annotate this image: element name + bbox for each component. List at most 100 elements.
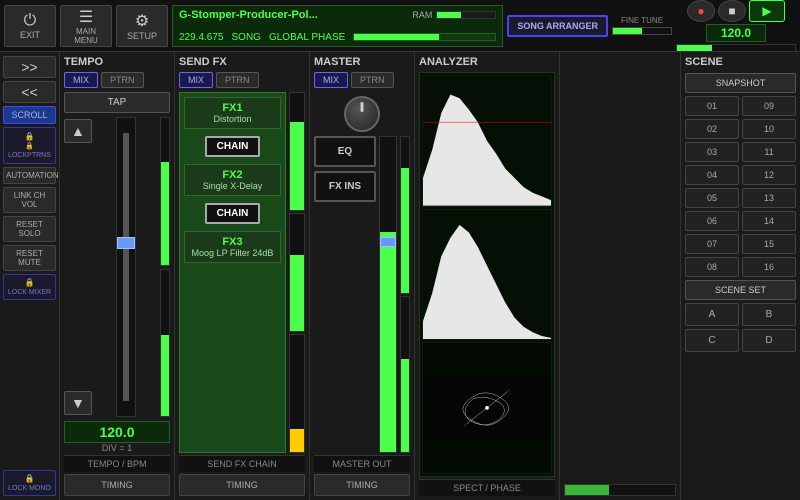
- reset-solo-button[interactable]: RESET SOLO: [3, 216, 56, 242]
- lock-mixer-button[interactable]: 🔒LOCK MIXER: [3, 274, 56, 300]
- scene-01-button[interactable]: 01: [685, 96, 739, 116]
- scene-12-button[interactable]: 12: [742, 165, 796, 185]
- song-name: G-Stomper-Producer-Pol...: [179, 9, 318, 21]
- scene-title: SCENE: [685, 56, 796, 68]
- tempo-section: TEMPO MIX PTRN TAP ▲ ▼: [60, 52, 175, 500]
- fx2-chain-button[interactable]: CHAIN: [205, 203, 261, 224]
- scene-section: SCENE SNAPSHOT 01 09 02 10 03 11 04 12 0…: [680, 52, 800, 500]
- tap-button[interactable]: TAP: [64, 92, 170, 113]
- play-button[interactable]: ▶: [749, 0, 785, 22]
- scene-row-07-15: 07 15: [685, 234, 796, 254]
- scene-14-button[interactable]: 14: [742, 211, 796, 231]
- div-label: DIV = 1: [64, 443, 170, 453]
- finetune-section: FINE TUNE: [612, 16, 672, 35]
- reset-mute-button[interactable]: RESET MUTE: [3, 245, 56, 271]
- sendfx-ptrn-button[interactable]: PTRN: [216, 72, 259, 88]
- scene-row-08-16: 08 16: [685, 257, 796, 277]
- scene-10-button[interactable]: 10: [742, 119, 796, 139]
- fx-ins-button[interactable]: FX INS: [314, 171, 376, 202]
- snapshot-button[interactable]: SNAPSHOT: [685, 73, 796, 93]
- sendfx-bottom-label: SEND FX CHAIN: [179, 455, 305, 472]
- menu-icon: ☰: [79, 7, 93, 27]
- link-ch-vol-button[interactable]: LINK CH VOL: [3, 187, 56, 213]
- scene-row-04-12: 04 12: [685, 165, 796, 185]
- scene-04-button[interactable]: 04: [685, 165, 739, 185]
- automation-button[interactable]: AUTOMATION: [3, 167, 56, 184]
- tempo-down-button[interactable]: ▼: [64, 391, 92, 415]
- fx3-block: FX3 Moog LP Filter 24dB: [184, 231, 281, 263]
- tempo-arrows: ▲ ▼: [64, 117, 92, 417]
- record-button[interactable]: ●: [687, 0, 715, 22]
- ram-bar: [436, 11, 496, 19]
- sendfx-title: SEND FX: [179, 56, 305, 68]
- scene-08-button[interactable]: 08: [685, 257, 739, 277]
- tempo-slider[interactable]: [116, 117, 136, 417]
- scene-row-05-13: 05 13: [685, 188, 796, 208]
- scene-row-02-10: 02 10: [685, 119, 796, 139]
- lock-mono-button[interactable]: 🔒LOCK MONO: [3, 470, 56, 496]
- tempo-bpm-label: TEMPO / BPM: [64, 455, 170, 472]
- transport-section: ● ■ ▶ 120.0: [676, 0, 796, 52]
- scene-row-cd: C D: [685, 329, 796, 352]
- scene-row-ab: A B: [685, 303, 796, 326]
- finetune-label: FINE TUNE: [621, 16, 663, 25]
- fx2-block: FX2 Single X-Delay: [184, 164, 281, 196]
- scene-row-01-09: 01 09: [685, 96, 796, 116]
- scene-06-button[interactable]: 06: [685, 211, 739, 231]
- master-knob[interactable]: [344, 96, 380, 132]
- scene-15-button[interactable]: 15: [742, 234, 796, 254]
- tempo-value: 120.0: [64, 421, 170, 443]
- nav-back-button[interactable]: <<: [3, 81, 56, 103]
- stop-button[interactable]: ■: [718, 0, 746, 22]
- scene-d-button[interactable]: D: [742, 329, 796, 352]
- scene-16-button[interactable]: 16: [742, 257, 796, 277]
- master-timing-button[interactable]: TIMING: [314, 474, 410, 496]
- scene-13-button[interactable]: 13: [742, 188, 796, 208]
- progress-bar: [676, 44, 796, 52]
- analyzer-panel: [419, 72, 555, 477]
- global-phase-label: GLOBAL PHASE: [269, 32, 345, 43]
- bpm-display: 120.0: [706, 24, 766, 42]
- finetune-bar: [612, 27, 672, 35]
- nav-forward-button[interactable]: >>: [3, 56, 56, 78]
- sendfx-section: SEND FX MIX PTRN FX1 Distortion CHAIN FX…: [175, 52, 310, 500]
- tempo-mix-button[interactable]: MIX: [64, 72, 98, 88]
- master-btns: EQ FX INS: [314, 136, 376, 453]
- eq-button[interactable]: EQ: [314, 136, 376, 167]
- top-bar: ⏻ EXIT ☰ MAIN MENU ⚙ SETUP G-Stomper-Pro…: [0, 0, 800, 52]
- analyzer-spectrum2: [422, 209, 552, 341]
- master-ptrn-button[interactable]: PTRN: [351, 72, 394, 88]
- exit-button[interactable]: ⏻ EXIT: [4, 5, 56, 47]
- spect-label: SPECT / PHASE: [419, 479, 555, 496]
- scene-set-button[interactable]: SCENE SET: [685, 280, 796, 300]
- scene-b-button[interactable]: B: [742, 303, 796, 326]
- scene-02-button[interactable]: 02: [685, 119, 739, 139]
- sendfx-mix-button[interactable]: MIX: [179, 72, 213, 88]
- scene-a-button[interactable]: A: [685, 303, 739, 326]
- tempo-ptrn-button[interactable]: PTRN: [101, 72, 144, 88]
- lock-ptrns-button[interactable]: 🔒🔒 LOCKPTRNS: [3, 127, 56, 164]
- scene-05-button[interactable]: 05: [685, 188, 739, 208]
- master-slider[interactable]: [379, 136, 397, 453]
- sendfx-timing-button[interactable]: TIMING: [179, 474, 305, 496]
- master-out-label: MASTER OUT: [314, 455, 410, 472]
- master-mix-button[interactable]: MIX: [314, 72, 348, 88]
- analyzer-spectrum1: [422, 75, 552, 207]
- tempo-up-button[interactable]: ▲: [64, 119, 92, 143]
- fx1-chain-button[interactable]: CHAIN: [205, 136, 261, 157]
- arranger-button[interactable]: SONG ARRANGER: [507, 15, 608, 37]
- scene-row-06-14: 06 14: [685, 211, 796, 231]
- scene-row-03-11: 03 11: [685, 142, 796, 162]
- scene-11-button[interactable]: 11: [742, 142, 796, 162]
- scene-c-button[interactable]: C: [685, 329, 739, 352]
- fx-chain-area: FX1 Distortion CHAIN FX2 Single X-Delay …: [179, 92, 286, 453]
- scroll-button[interactable]: SCROLL: [3, 106, 56, 124]
- main-menu-button[interactable]: ☰ MAIN MENU: [60, 5, 112, 47]
- scene-03-button[interactable]: 03: [685, 142, 739, 162]
- tempo-timing-button[interactable]: TIMING: [64, 474, 170, 496]
- setup-button[interactable]: ⚙ SETUP: [116, 5, 168, 47]
- scene-09-button[interactable]: 09: [742, 96, 796, 116]
- scene-07-button[interactable]: 07: [685, 234, 739, 254]
- master-section: MASTER MIX PTRN EQ FX INS MASTER OUT TIM…: [310, 52, 415, 500]
- phase-bar: [353, 33, 496, 41]
